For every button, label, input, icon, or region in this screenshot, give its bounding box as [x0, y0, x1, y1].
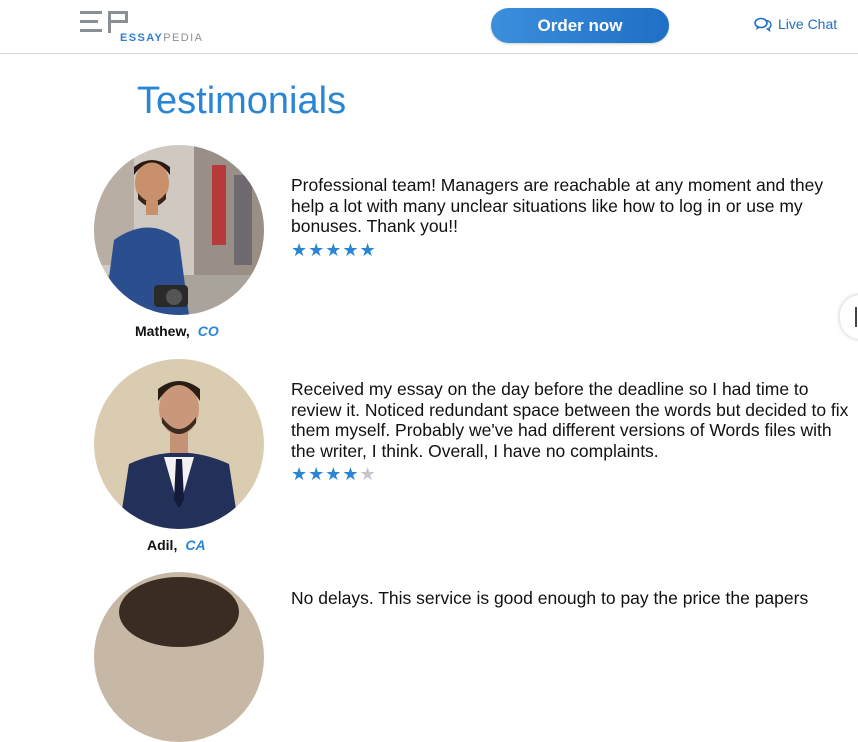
- reviewer-name-text: Mathew,: [135, 323, 190, 339]
- page-title: Testimonials: [137, 80, 347, 122]
- logo-wordmark: ESSAYPEDIA: [120, 32, 203, 44]
- order-now-button[interactable]: Order now: [491, 8, 669, 43]
- site-header: ESSAYPEDIA Order now Live Chat: [0, 0, 858, 54]
- essaypedia-logo[interactable]: ESSAYPEDIA: [80, 10, 230, 44]
- empty-stars-icon: ★: [359, 464, 377, 484]
- star-rating: ★★★★★: [291, 464, 377, 485]
- review-text: No delays. This service is good enough t…: [291, 588, 809, 608]
- filled-stars-icon: ★★★★★: [291, 240, 377, 260]
- reviewer-state: CA: [185, 537, 206, 553]
- avatar-third-photo: [94, 572, 264, 742]
- carousel-side-handle[interactable]: [840, 295, 858, 339]
- avatar-mathew: [94, 145, 264, 315]
- reviewer-state: CO: [197, 323, 219, 339]
- logo-text-essay: ESSAY: [120, 32, 164, 44]
- reviewer-name: Mathew, CO: [135, 323, 219, 339]
- logo-text-pedia: PEDIA: [163, 32, 204, 44]
- handle-bar-icon: [855, 307, 857, 327]
- live-chat-label: Live Chat: [778, 16, 838, 32]
- filled-stars-icon: ★★★★: [291, 464, 360, 484]
- chat-bubbles-icon: [754, 17, 772, 32]
- review-text: Received my essay on the day before the …: [291, 379, 849, 461]
- star-rating: ★★★★★: [291, 240, 377, 261]
- reviewer-name-text: Adil,: [147, 537, 178, 553]
- reviewer-name: Adil, CA: [147, 537, 206, 553]
- live-chat-link[interactable]: Live Chat: [754, 16, 837, 32]
- avatar-adil: [94, 359, 264, 529]
- avatar-adil-photo: [94, 359, 264, 529]
- avatar-third: [94, 572, 264, 742]
- avatar-mathew-photo: [94, 145, 264, 315]
- review-text: Professional team! Managers are reachabl…: [291, 175, 824, 236]
